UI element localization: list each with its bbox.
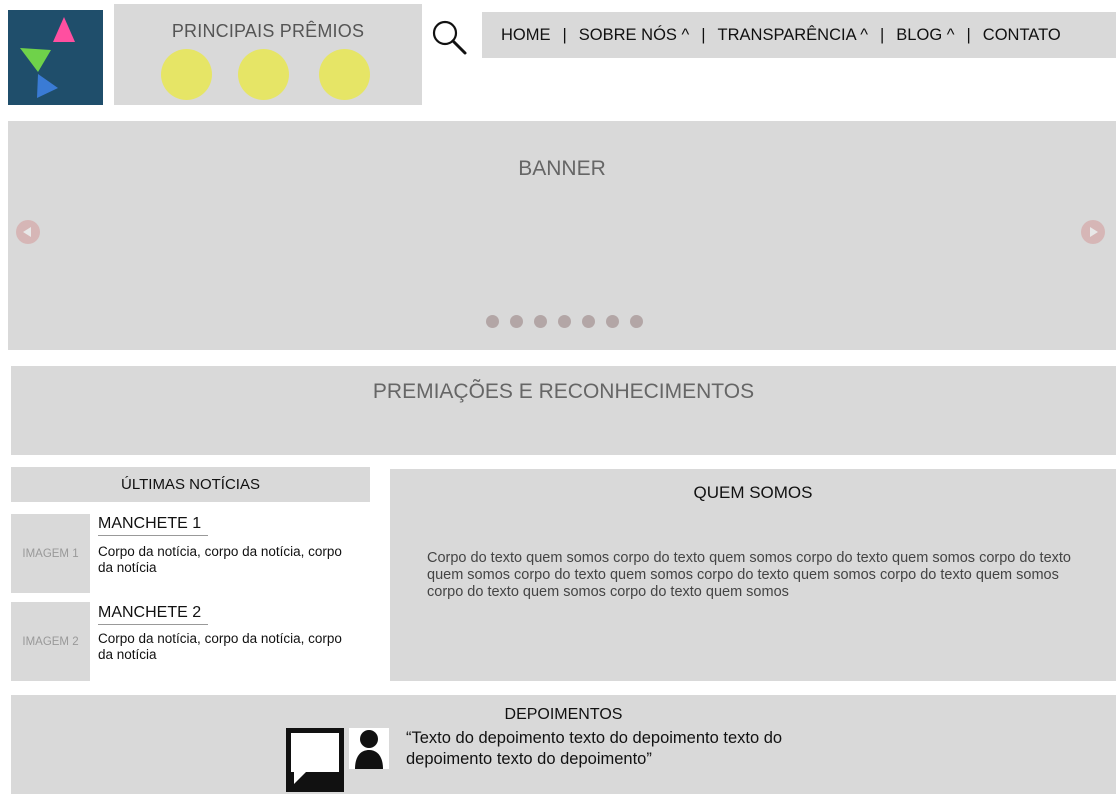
news-headline[interactable]: MANCHETE 1 [98,515,208,536]
news-image[interactable]: IMAGEM 1 [11,514,90,593]
news-body: Corpo da notícia, corpo da notícia, corp… [98,631,342,662]
premiacoes-section: PREMIAÇÕES E RECONHECIMENTOS [11,366,1116,455]
banner-label: BANNER [518,157,606,180]
premiacoes-title: PREMIAÇÕES E RECONHECIMENTOS [372,380,755,403]
logo[interactable] [8,10,103,105]
main-nav: HOME | SOBRE NÓS ^ | TRANSPARÊNCIA ^ | B… [482,12,1116,58]
carousel-dot[interactable] [486,315,499,328]
nav-home[interactable]: HOME [501,26,551,45]
award-badge[interactable] [238,49,289,100]
news-header: ÚLTIMAS NOTÍCIAS [11,467,370,502]
arrow-right-icon[interactable] [1081,220,1105,244]
principais-premios: PRINCIPAIS PRÊMIOS [114,4,422,105]
nav-separator: | [701,25,706,44]
news-image-label: IMAGEM 1 [22,547,79,560]
search-icon [432,20,467,55]
nav-separator: | [880,25,885,44]
carousel-dot[interactable] [606,315,619,328]
nav-blog[interactable]: BLOG ^ [896,26,954,45]
news-image-label: IMAGEM 2 [22,635,79,648]
nav-contato[interactable]: CONTATO [983,26,1061,45]
depoimentos-title: DEPOIMENTOS [504,706,623,723]
nav-separator: | [966,25,971,44]
carousel-dot[interactable] [510,315,523,328]
news-body: Corpo da notícia, corpo da notícia, corp… [98,544,342,575]
user-avatar-icon [349,728,389,769]
carousel-dot[interactable] [558,315,571,328]
carousel-dot[interactable] [534,315,547,328]
depoimento-quote: “Texto do depoimento texto do depoimento… [406,729,783,768]
banner-carousel: BANNER [8,121,1116,350]
quem-somos-title: QUEM SOMOS [693,483,813,502]
arrow-left-icon[interactable] [16,220,40,244]
quem-somos-body: Corpo do texto quem somos corpo do texto… [427,550,1071,600]
carousel-dot[interactable] [582,315,595,328]
award-badge[interactable] [161,49,212,100]
search-button[interactable] [430,18,470,58]
logo-mark-icon [20,17,75,98]
carousel-dot[interactable] [630,315,643,328]
award-badge[interactable] [319,49,370,100]
news-headline[interactable]: MANCHETE 2 [98,604,208,625]
nav-transparencia[interactable]: TRANSPARÊNCIA ^ [718,26,868,45]
chat-bubble-icon [286,728,344,792]
depoimentos-section: DEPOIMENTOS “Texto do depoimento texto d… [11,695,1116,794]
nav-sobre-nos[interactable]: SOBRE NÓS ^ [579,26,689,45]
principais-premios-title: PRINCIPAIS PRÊMIOS [171,21,365,41]
quem-somos-section: QUEM SOMOS Corpo do texto quem somos cor… [390,469,1116,681]
nav-separator: | [562,25,567,44]
carousel-dots [486,315,643,328]
news-image[interactable]: IMAGEM 2 [11,602,90,681]
